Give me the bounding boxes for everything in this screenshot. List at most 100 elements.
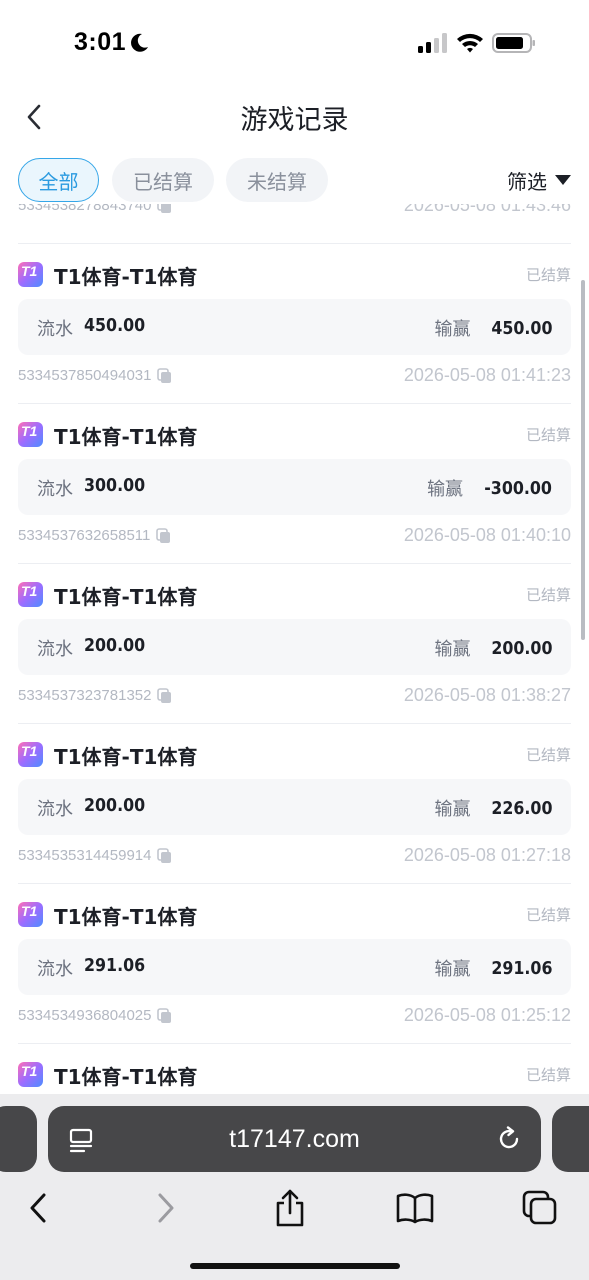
signal-icon — [418, 33, 447, 53]
browser-forward-button[interactable] — [144, 1186, 188, 1230]
record-title: T1体育-T1体育 — [54, 1065, 198, 1089]
win-loss-label: 输赢 — [434, 639, 471, 660]
status-time: 3:01 — [74, 28, 127, 56]
win-loss-value: 226.00 — [490, 797, 552, 819]
page-header: 游戏记录 — [0, 86, 589, 148]
reload-icon[interactable] — [495, 1125, 523, 1153]
flow-label: 流水 — [37, 959, 73, 980]
status-bar: 3:01 — [0, 0, 589, 86]
battery-icon — [492, 33, 535, 53]
copy-icon[interactable] — [157, 847, 173, 864]
tab-all[interactable]: 全部 — [18, 158, 99, 202]
order-time: 2026-05-08 01:27:18 — [403, 845, 571, 865]
scrollbar[interactable] — [581, 280, 585, 640]
browser-bar: t17147.com — [0, 1094, 589, 1280]
flow-value: 200.00 — [84, 635, 146, 656]
order-time: 2026-05-08 01:41:23 — [403, 365, 571, 385]
caret-down-icon — [555, 175, 571, 185]
win-loss-value: 450.00 — [490, 317, 552, 339]
tab-unsettled[interactable]: 未结算 — [226, 158, 328, 202]
flow-label: 流水 — [37, 479, 73, 500]
win-loss-value: 291.06 — [490, 957, 552, 979]
page-title: 游戏记录 — [240, 105, 349, 136]
tab-settled[interactable]: 已结算 — [112, 158, 214, 202]
status-badge: 已结算 — [525, 266, 571, 284]
list-item[interactable]: T1 T1体育-T1体育 已结算 流水 291.06 输赢 291.06 533… — [18, 884, 571, 1044]
list-item[interactable]: T1 T1体育-T1体育 已结算 流水 200.00 输赢 226.00 533… — [18, 724, 571, 884]
record-title: T1体育-T1体育 — [54, 425, 198, 449]
list-item[interactable]: T1 T1体育-T1体育 已结算 流水 200.00 输赢 200.00 533… — [18, 564, 571, 724]
status-badge: 已结算 — [525, 1066, 571, 1084]
order-id: 5334537323781352 — [18, 687, 173, 704]
win-loss-label: 输赢 — [434, 799, 471, 820]
filter-button[interactable]: 筛选 — [507, 158, 571, 202]
flow-value: 291.06 — [84, 955, 146, 976]
order-time: 2026-05-08 01:43:46 — [403, 204, 571, 215]
record-title: T1体育-T1体育 — [54, 265, 198, 289]
copy-icon[interactable] — [157, 1007, 173, 1024]
share-icon — [276, 1189, 304, 1227]
status-badge: 已结算 — [525, 586, 571, 604]
order-id: 5334534936804025 — [18, 1007, 173, 1024]
record-list[interactable]: 5334538278843740 2026-05-08 01:43:46 T1 … — [0, 204, 589, 1094]
record-title: T1体育-T1体育 — [54, 585, 198, 609]
t1-logo-icon: T1 — [18, 1062, 43, 1087]
filter-label: 筛选 — [507, 169, 547, 194]
record-title: T1体育-T1体育 — [54, 905, 198, 929]
amount-box: 流水 200.00 输赢 226.00 — [18, 779, 571, 835]
order-id: 5334537850494031 — [18, 367, 173, 384]
forward-icon — [158, 1193, 174, 1223]
order-time: 2026-05-08 01:38:27 — [403, 685, 571, 705]
copy-icon[interactable] — [157, 687, 173, 704]
address-bar[interactable]: t17147.com — [48, 1106, 541, 1172]
list-item-partial: 5334538278843740 2026-05-08 01:43:46 — [18, 204, 571, 244]
flow-value: 300.00 — [84, 475, 146, 496]
amount-box: 流水 291.06 输赢 291.06 — [18, 939, 571, 995]
previous-tab-preview[interactable] — [0, 1106, 37, 1172]
share-button[interactable] — [268, 1186, 312, 1230]
browser-back-button[interactable] — [16, 1186, 60, 1230]
order-id: 5334538278843740 — [18, 204, 173, 214]
t1-logo-icon: T1 — [18, 742, 43, 767]
amount-box: 流水 200.00 输赢 200.00 — [18, 619, 571, 675]
url-text: t17147.com — [229, 1125, 360, 1153]
order-time: 2026-05-08 01:40:10 — [403, 525, 571, 545]
win-loss-value: 200.00 — [490, 637, 552, 659]
t1-logo-icon: T1 — [18, 262, 43, 287]
copy-icon[interactable] — [156, 527, 172, 544]
order-time: 2026-05-08 01:25:12 — [403, 1005, 571, 1025]
browser-toolbar — [0, 1182, 589, 1232]
tabs-icon — [522, 1190, 557, 1225]
copy-icon[interactable] — [157, 367, 173, 384]
tabs-button[interactable] — [518, 1186, 562, 1230]
filter-tabs: 全部 已结算 未结算 筛选 — [18, 158, 571, 202]
list-item[interactable]: T1 T1体育-T1体育 已结算 — [18, 1044, 571, 1094]
wifi-icon — [457, 33, 483, 53]
win-loss-label: 输赢 — [427, 479, 464, 500]
amount-box: 流水 300.00 输赢 -300.00 — [18, 459, 571, 515]
back-icon — [30, 1193, 46, 1223]
moon-icon — [131, 33, 148, 52]
flow-label: 流水 — [37, 319, 73, 340]
amount-box: 流水 450.00 输赢 450.00 — [18, 299, 571, 355]
win-loss-label: 输赢 — [434, 959, 471, 980]
flow-value: 450.00 — [84, 315, 146, 336]
status-badge: 已结算 — [525, 906, 571, 924]
copy-icon[interactable] — [157, 204, 173, 214]
list-item[interactable]: T1 T1体育-T1体育 已结算 流水 300.00 输赢 -300.00 53… — [18, 404, 571, 564]
flow-label: 流水 — [37, 639, 73, 660]
win-loss-value: -300.00 — [484, 477, 552, 499]
order-id: 5334537632658511 — [18, 527, 172, 544]
order-id: 5334535314459914 — [18, 847, 173, 864]
win-loss-label: 输赢 — [434, 319, 471, 340]
flow-value: 200.00 — [84, 795, 146, 816]
bookmarks-button[interactable] — [393, 1186, 437, 1230]
t1-logo-icon: T1 — [18, 422, 43, 447]
status-badge: 已结算 — [525, 426, 571, 444]
list-item[interactable]: T1 T1体育-T1体育 已结算 流水 450.00 输赢 450.00 533… — [18, 244, 571, 404]
status-badge: 已结算 — [525, 746, 571, 764]
bookmarks-icon — [396, 1193, 434, 1224]
home-indicator — [190, 1263, 400, 1269]
next-tab-preview[interactable] — [552, 1106, 589, 1172]
t1-logo-icon: T1 — [18, 582, 43, 607]
